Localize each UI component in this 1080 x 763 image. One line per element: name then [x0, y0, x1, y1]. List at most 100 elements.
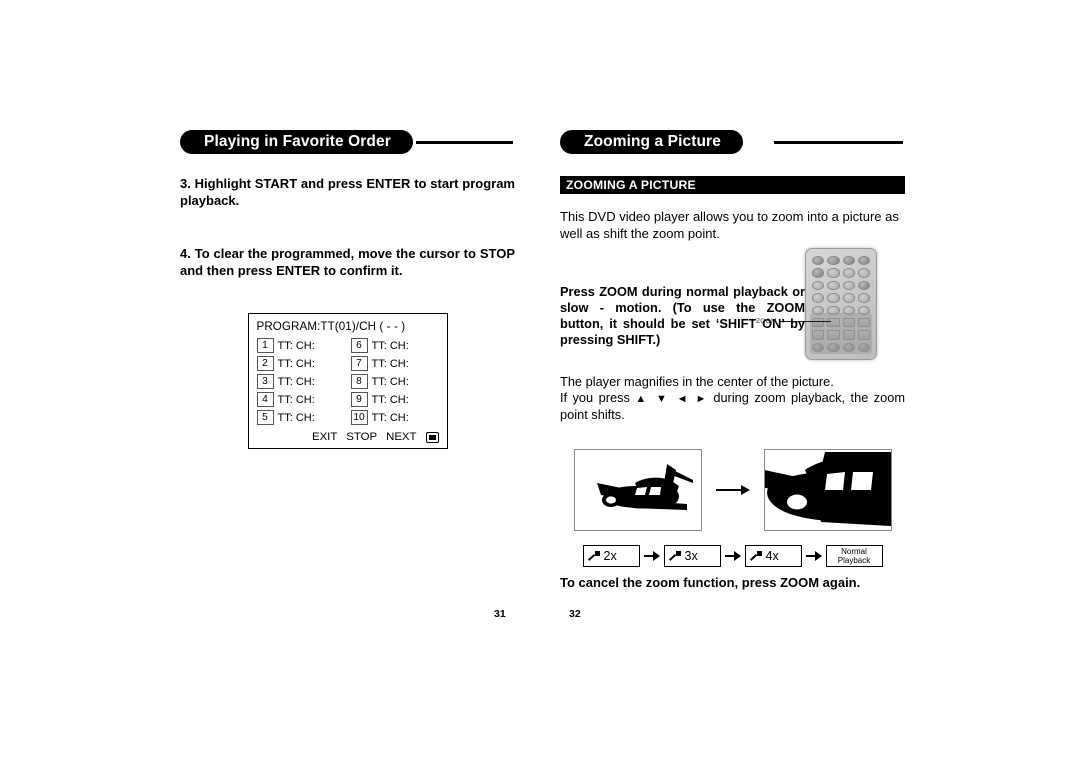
page-number-right: 32: [569, 608, 581, 620]
chain-arrow-icon: [643, 551, 660, 561]
program-entry-number: 5: [256, 410, 274, 425]
program-stop-button[interactable]: STOP: [346, 431, 377, 443]
program-exit-button[interactable]: EXIT: [312, 431, 337, 443]
program-entry-label: TT: CH:: [371, 393, 409, 406]
remote-button: [842, 280, 855, 291]
airplane-normal-figure: [573, 449, 702, 531]
remote-button: [827, 268, 840, 278]
magnify-line-2: If you press ▲ ▼ ◄ ► during zoom playbac…: [560, 390, 905, 423]
program-entry-number: 8: [350, 374, 368, 389]
program-entry[interactable]: 10 TT: CH:: [350, 410, 439, 425]
remote-button: [812, 293, 825, 303]
zoom-step-4x[interactable]: 4x: [744, 545, 802, 567]
magnify-line-1: The player magnifies in the center of th…: [560, 374, 834, 389]
magnify-prefix: If you press: [560, 390, 630, 405]
program-entry-number: 7: [350, 356, 368, 371]
right-header-rule: [774, 141, 903, 144]
program-entry[interactable]: 5 TT: CH:: [256, 410, 345, 425]
zoom-step-3x[interactable]: 3x: [663, 545, 721, 567]
zoom-callout-label: ZOOM: [756, 318, 777, 325]
remote-button: [812, 280, 825, 291]
zoom-bold-note: Press ZOOM during normal playback or slo…: [560, 284, 805, 347]
program-next-button[interactable]: NEXT: [386, 431, 416, 443]
zoom-step-label: 3x: [684, 549, 698, 563]
transition-arrow-icon: [715, 484, 750, 496]
program-entry[interactable]: 1 TT: CH:: [256, 338, 345, 353]
remote-button: [857, 256, 870, 266]
chain-arrow-icon: [805, 551, 822, 561]
manual-page-spread: Playing in Favorite Order 3. Highlight S…: [0, 0, 1080, 763]
zoom-step-normal-playback[interactable]: Normal Playback: [825, 545, 883, 567]
remote-button: [842, 293, 855, 303]
program-entry[interactable]: 4 TT: CH:: [256, 392, 345, 407]
program-osd-box: PROGRAM:TT(01)/CH ( - - ) 1 TT: CH: 6 TT…: [247, 313, 448, 449]
left-header-title: Playing in Favorite Order: [204, 133, 391, 151]
zooming-bar-heading: ZOOMING A PICTURE: [560, 176, 905, 194]
remote-control-photo: [805, 248, 877, 360]
remote-button: [827, 293, 840, 303]
program-entry-label: TT: CH:: [277, 393, 315, 406]
screen-icon: [425, 431, 439, 443]
zoom-step-label: 2x: [603, 549, 617, 563]
normal-playback-line-2: Playback: [837, 556, 871, 565]
program-entry[interactable]: 2 TT: CH:: [256, 356, 345, 371]
program-entry-grid: 1 TT: CH: 6 TT: CH: 2 TT: CH: 7 TT: CH:: [256, 338, 439, 425]
program-entry-number: 4: [256, 392, 274, 407]
magnify-paragraph: The player magnifies in the center of th…: [560, 374, 905, 423]
program-entry-label: TT: CH:: [277, 411, 315, 424]
left-section-header: Playing in Favorite Order: [180, 130, 515, 154]
program-entry-label: TT: CH:: [371, 375, 409, 388]
remote-button: [842, 268, 855, 278]
left-header-pill: Playing in Favorite Order: [180, 130, 413, 154]
magnifier-icon: [587, 550, 600, 562]
program-entry[interactable]: 7 TT: CH:: [350, 356, 439, 371]
left-header-rule: [416, 141, 513, 144]
right-page: Zooming a Picture ZOOMING A PICTURE This…: [560, 0, 905, 763]
program-entry-label: TT: CH:: [371, 411, 409, 424]
program-entry-label: TT: CH:: [371, 357, 409, 370]
program-entry-label: TT: CH:: [277, 375, 315, 388]
zoom-step-chain: 2x 3x 4x Normal Playback: [560, 545, 905, 567]
program-entry[interactable]: 8 TT: CH:: [350, 374, 439, 389]
program-entry-number: 10: [350, 410, 368, 425]
left-page: Playing in Favorite Order 3. Highlight S…: [180, 0, 515, 763]
right-section-header: Zooming a Picture: [560, 130, 905, 154]
program-entry-label: TT: CH:: [277, 339, 315, 352]
program-entry-label: TT: CH:: [371, 339, 409, 352]
remote-button: [857, 280, 870, 291]
zoom-step-2x[interactable]: 2x: [582, 545, 640, 567]
cancel-zoom-text: To cancel the zoom function, press ZOOM …: [560, 575, 861, 590]
program-footer: EXIT STOP NEXT: [257, 431, 439, 443]
magnifier-icon: [668, 550, 681, 562]
right-header-pill: Zooming a Picture: [560, 130, 743, 154]
right-header-title: Zooming a Picture: [584, 133, 721, 151]
direction-keys-icon: ▲ ▼ ◄ ►: [635, 393, 708, 405]
step-3-text: 3. Highlight START and press ENTER to st…: [180, 176, 515, 208]
program-entry-label: TT: CH:: [277, 357, 315, 370]
remote-button: [812, 256, 825, 266]
zoom-step-label: 4x: [765, 549, 779, 563]
remote-button: [857, 293, 870, 303]
program-entry[interactable]: 3 TT: CH:: [256, 374, 345, 389]
step-4-text: 4. To clear the programmed, move the cur…: [180, 246, 515, 278]
remote-button: [812, 268, 825, 278]
program-entry-number: 1: [256, 338, 274, 353]
page-number-left: 31: [494, 608, 506, 620]
airplane-zoomed-figure: [763, 449, 892, 531]
normal-playback-line-1: Normal: [841, 547, 867, 556]
chain-arrow-icon: [724, 551, 741, 561]
program-entry-number: 2: [256, 356, 274, 371]
program-entry-number: 3: [256, 374, 274, 389]
program-title: PROGRAM:TT(01)/CH ( - - ): [256, 320, 406, 333]
program-entry-number: 9: [350, 392, 368, 407]
remote-button: [827, 280, 840, 291]
remote-button: [857, 268, 870, 278]
program-screen-figure: PROGRAM:TT(01)/CH ( - - ) 1 TT: CH: 6 TT…: [180, 313, 515, 449]
program-entry[interactable]: 9 TT: CH:: [350, 392, 439, 407]
remote-button: [827, 256, 840, 266]
magnifier-icon: [749, 550, 762, 562]
remote-button: [842, 256, 855, 266]
program-entry[interactable]: 6 TT: CH:: [350, 338, 439, 353]
program-entry-number: 6: [350, 338, 368, 353]
zoom-callout-leader-line: [778, 321, 831, 322]
